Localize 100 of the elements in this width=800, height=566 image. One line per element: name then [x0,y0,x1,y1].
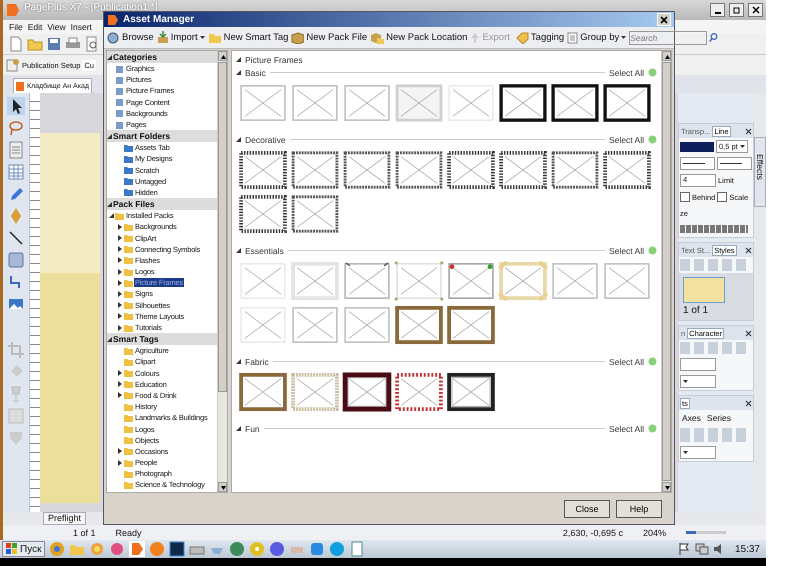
collapse-arrow-icon[interactable] [107,336,112,342]
picture-frame-thumbnail[interactable] [498,83,548,123]
table-icon[interactable] [7,163,25,181]
app-logo-icon[interactable] [129,541,146,557]
chart-button[interactable]: Axes [680,413,703,423]
picture-frame-thumbnail[interactable] [394,261,444,301]
globe-icon[interactable] [229,541,246,557]
rectangle-icon[interactable] [7,251,25,269]
picture-frame-thumbnail[interactable] [394,305,444,345]
picture-frame-thumbnail[interactable] [238,305,288,345]
skype-icon[interactable] [329,541,346,557]
picture-frame-thumbnail[interactable] [602,83,652,123]
picture-frame-thumbnail[interactable] [394,372,444,412]
expand-arrow-icon[interactable] [118,370,122,376]
expand-arrow-icon[interactable] [118,313,122,320]
picture-frame-thumbnail[interactable] [446,150,496,190]
picture-frame-thumbnail[interactable] [550,150,600,190]
picture-frame-thumbnail[interactable] [238,194,288,234]
picture-frame-thumbnail[interactable] [446,305,496,345]
picture-frame-thumbnail[interactable] [238,83,288,123]
effects-tab[interactable]: Effects [754,137,766,207]
picture-frame-thumbnail[interactable] [602,261,652,301]
new-document-icon[interactable] [9,36,23,52]
document-icon[interactable] [349,541,366,557]
scrollbar[interactable] [217,51,227,492]
picture-frame-thumbnail[interactable] [290,305,340,345]
browser-icon[interactable] [49,541,66,557]
picture-frame-thumbnail[interactable] [550,261,600,301]
ps-app-icon[interactable] [169,541,186,557]
picture-frame-thumbnail[interactable] [342,305,392,345]
close-icon[interactable] [745,246,752,254]
picture-frame-thumbnail[interactable] [342,372,392,412]
flag-icon[interactable] [676,542,691,556]
close-button[interactable] [748,3,763,17]
pointer-icon[interactable] [7,97,25,115]
scroll-thumb[interactable] [218,62,227,392]
picture-frame-thumbnail[interactable] [238,261,288,301]
toolbar-button[interactable]: New Smart Tag [208,32,288,44]
picture-frame-thumbnail[interactable] [342,261,392,301]
collapse-arrow-icon[interactable] [236,248,241,253]
picture-frame-thumbnail[interactable] [342,83,392,123]
picture-frame-thumbnail[interactable] [446,372,496,412]
section-header[interactable]: Basic [245,68,266,78]
toolbar-button[interactable]: New Pack Location [370,32,468,44]
picture-frame-thumbnail[interactable] [238,372,288,412]
print-icon[interactable] [65,37,81,51]
app-icon[interactable] [309,541,326,557]
expand-arrow-icon[interactable] [118,302,122,308]
menu-item[interactable]: Edit [28,22,42,32]
chart-dropdown[interactable] [680,446,716,459]
collapse-arrow-icon[interactable] [107,54,112,60]
expand-arrow-icon[interactable] [118,392,122,398]
dialog-button[interactable]: Help [616,500,662,518]
collapse-arrow-icon[interactable] [107,202,112,207]
preflight-tab[interactable]: Preflight [43,512,86,525]
line-icon[interactable] [7,229,25,247]
line-style-dropdown[interactable] [680,157,715,170]
close-icon[interactable] [745,128,752,134]
select-all-link[interactable]: Select All [609,68,644,78]
text-frame-icon[interactable] [7,141,25,159]
select-all-link[interactable]: Select All [609,356,644,366]
section-header[interactable]: Decorative [245,134,286,144]
minimize-button[interactable] [710,3,725,17]
collapse-arrow-icon[interactable] [236,137,241,142]
start-button[interactable]: Пуск [2,541,46,557]
search-icon[interactable] [709,33,718,42]
expand-arrow-icon[interactable] [118,448,122,454]
toolbar-button[interactable]: New Pack File [291,32,368,44]
menu-item[interactable]: File [9,22,23,32]
search-field[interactable]: Search [629,30,708,44]
picture-frame-thumbnail[interactable] [602,150,652,190]
expand-arrow-icon[interactable] [118,280,122,286]
expand-arrow-icon[interactable] [118,460,122,466]
expand-arrow-icon[interactable] [118,268,122,275]
style-dropdown[interactable] [680,375,716,388]
scroll-down-icon[interactable] [218,482,227,492]
scroll-up-icon[interactable] [662,51,671,61]
picture-frame-thumbnail[interactable] [394,150,444,190]
section-header[interactable]: Fabric [245,356,269,366]
chart-button[interactable]: Series [704,413,733,423]
picture-frame-thumbnail[interactable] [498,150,548,190]
page-thumbnail[interactable] [683,277,725,303]
select-all-link[interactable]: Select All [609,246,644,256]
menu-item[interactable]: View [47,22,66,32]
picture-frame-thumbnail[interactable] [290,150,340,190]
expand-arrow-icon[interactable] [118,224,122,230]
expand-arrow-icon[interactable] [118,257,122,264]
collapse-arrow-icon[interactable] [109,213,114,218]
select-all-link[interactable]: Select All [609,424,644,434]
section-header[interactable]: Essentials [245,246,284,256]
expand-arrow-icon[interactable] [118,246,122,252]
scroll-up-icon[interactable] [218,51,227,61]
ball-icon[interactable] [269,541,286,557]
collapse-arrow-icon[interactable] [107,134,112,139]
expand-arrow-icon[interactable] [118,324,122,331]
section-header[interactable]: Fun [245,424,260,434]
setup-icon[interactable] [6,58,20,72]
spacing-field[interactable] [680,358,716,371]
collapse-arrow-icon[interactable] [236,359,241,364]
flower-icon[interactable] [109,541,126,557]
